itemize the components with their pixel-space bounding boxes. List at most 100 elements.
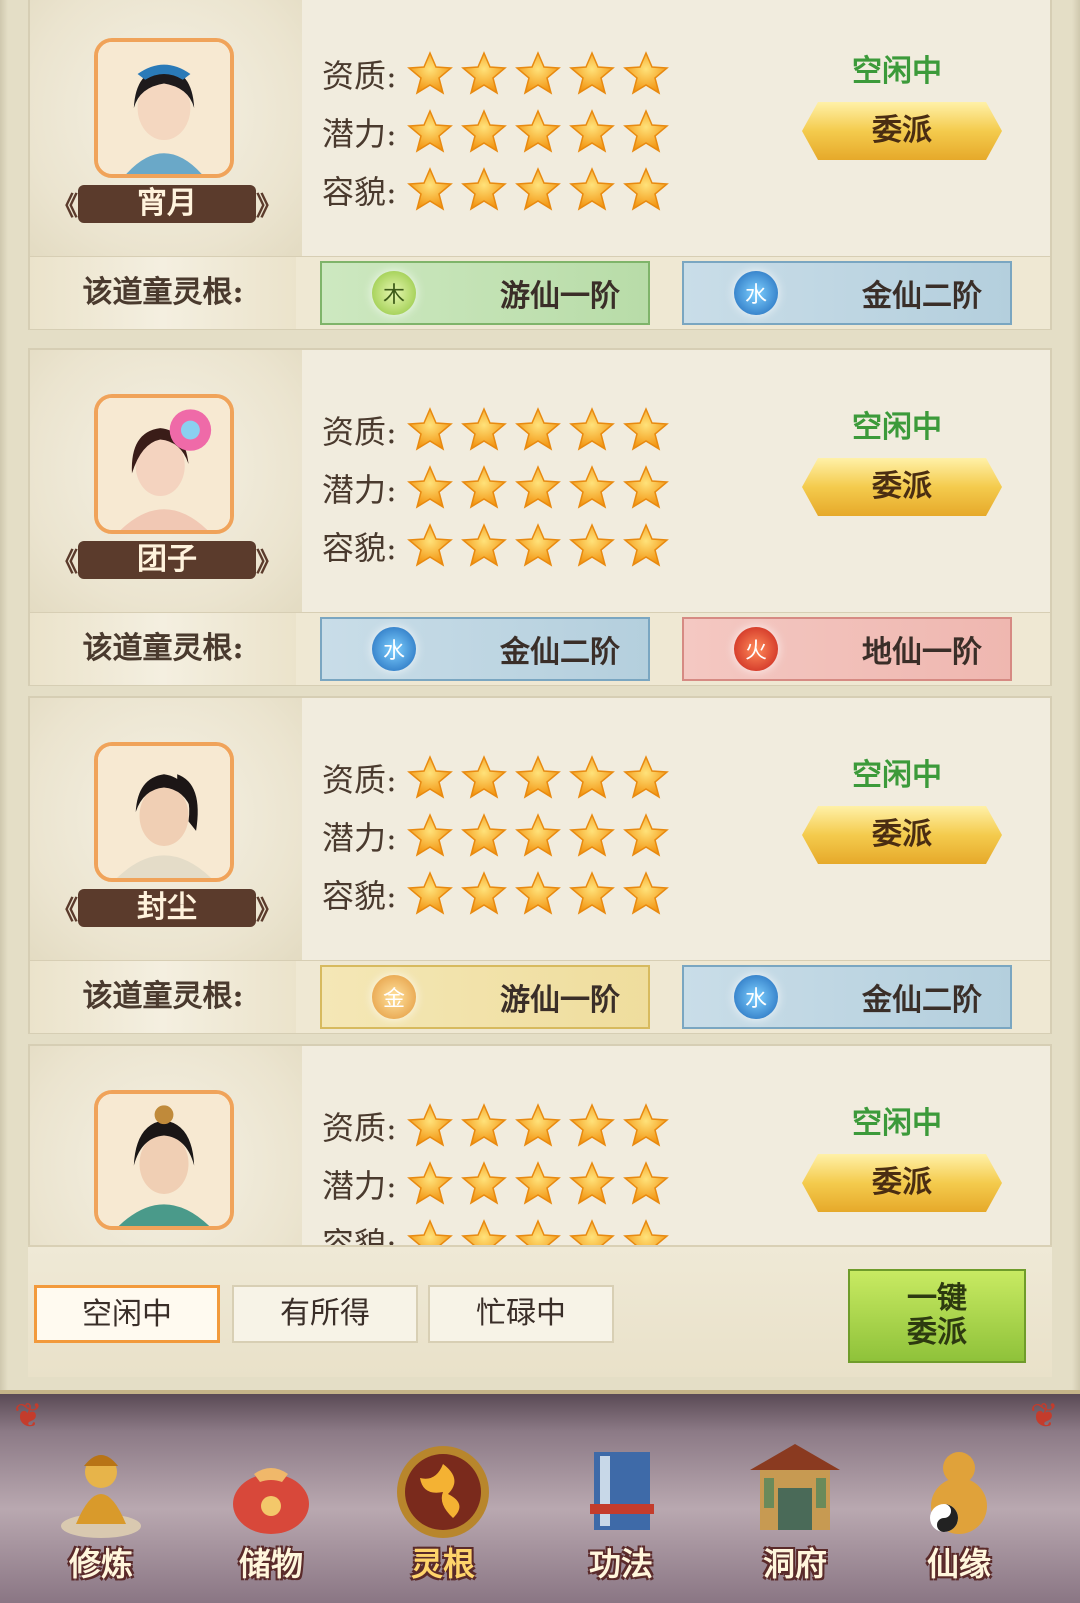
nav-cave-mansion[interactable]: 洞府 [720,1434,870,1599]
star-icon [622,406,670,454]
disciple-name: 封尘 [78,889,256,927]
stat-label-potential: 潜力: [322,1167,397,1205]
star-icon [514,870,562,918]
spirit-root-chip[interactable]: 金 游仙一阶 [320,965,650,1029]
disciple-list[interactable]: 《宵月》资质: 潜力: 容貌: 空闲中 委派 该道童灵根: 木游仙一阶水金仙二阶《团子》资质… [28,0,1052,1265]
spirit-root-chip[interactable]: 水 金仙二阶 [320,617,650,681]
nav-storage-label: 储物 [238,1545,303,1583]
spirit-root-chip[interactable]: 木 游仙一阶 [320,261,650,325]
portrait-area: 《宵月》 [30,0,302,256]
stat-label-aptitude: 资质: [322,413,397,451]
next-arrow-icon[interactable]: 》 [256,542,282,579]
star-icon [460,166,508,214]
assign-button[interactable]: 委派 [802,806,1002,864]
nav-spirit-root[interactable]: 灵根 [378,1434,508,1599]
avatar[interactable] [94,742,234,882]
disciple-name: 宵月 [78,185,256,223]
stars-looks [406,166,670,214]
tab-idle[interactable]: 空闲中 [34,1285,220,1343]
disciple-card: 资质: 潜力: 容貌: 空闲中 委派 [28,1044,1052,1265]
star-icon [460,870,508,918]
avatar[interactable] [94,38,234,178]
spirit-root-bar: 该道童灵根: 木 游仙一阶 水 金仙二阶 [30,256,1050,329]
star-icon [406,464,454,512]
left-tassel-icon: ❦ [14,1396,43,1436]
star-icon [406,406,454,454]
next-arrow-icon[interactable]: 》 [256,890,282,927]
nav-skills[interactable]: 功法 [556,1434,686,1599]
assign-button[interactable]: 委派 [802,1154,1002,1212]
portrait-area: 《团子》 [30,350,302,612]
nav-fate[interactable]: 仙缘 [894,1434,1024,1599]
star-icon [622,1160,670,1208]
star-icon [622,522,670,570]
stat-label-aptitude: 资质: [322,1109,397,1147]
star-icon [514,464,562,512]
stat-looks: 容貌: [322,164,670,216]
avatar[interactable] [94,394,234,534]
stars-looks [406,870,670,918]
spirit-root-rank: 金仙二阶 [500,635,620,670]
star-icon [406,812,454,860]
star-icon [514,754,562,802]
spirit-root-emblem-icon [397,1446,489,1538]
main-panel: 《宵月》资质: 潜力: 容貌: 空闲中 委派 该道童灵根: 木游仙一阶水金仙二阶《团子》资质… [0,0,1080,1420]
disciple-card: 《封尘》 资质: 潜力: 容貌: 空闲中 委派 该道童灵根: 金 游仙一阶 水 金仙二阶 [28,696,1052,1034]
star-icon [622,1102,670,1150]
avatar[interactable] [94,1090,234,1230]
assign-button[interactable]: 委派 [802,102,1002,160]
star-icon [568,812,616,860]
nav-spirit-root-label: 灵根 [410,1545,475,1583]
stat-label-aptitude: 资质: [322,761,397,799]
stat-label-potential: 潜力: [322,471,397,509]
disciple-name: 团子 [78,541,256,579]
star-icon [514,812,562,860]
star-icon [622,166,670,214]
star-icon [622,50,670,98]
stat-potential: 潜力: [322,810,670,862]
status-label: 空闲中 [852,410,942,445]
spirit-root-rank: 金仙二阶 [862,983,982,1018]
prev-arrow-icon[interactable]: 《 [52,186,78,223]
star-icon [514,108,562,156]
nav-storage[interactable]: 储物 [206,1434,336,1599]
nav-cultivate[interactable]: 修炼 [36,1434,166,1599]
stat-label-potential: 潜力: [322,819,397,857]
element-fire-icon: 火 [734,627,778,671]
spirit-root-chip[interactable]: 水 金仙二阶 [682,965,1012,1029]
element-water-icon: 水 [734,271,778,315]
spirit-root-chip[interactable]: 水 金仙二阶 [682,261,1012,325]
stars-aptitude [406,50,670,98]
spirit-root-chip[interactable]: 火 地仙一阶 [682,617,1012,681]
nav-skills-label: 功法 [588,1545,653,1583]
spirit-root-bar: 该道童灵根: 水 金仙二阶 火 地仙一阶 [30,612,1050,685]
prev-arrow-icon[interactable]: 《 [52,542,78,579]
spirit-root-rank: 金仙二阶 [862,279,982,314]
stars-aptitude [406,754,670,802]
prev-arrow-icon[interactable]: 《 [52,890,78,927]
star-icon [514,1102,562,1150]
one-key-assign-button[interactable]: 一键 委派 [848,1269,1026,1363]
stat-aptitude: 资质: [322,752,670,804]
stat-aptitude: 资质: [322,48,670,100]
star-icon [622,464,670,512]
status-label: 空闲中 [852,1106,942,1141]
star-icon [514,1160,562,1208]
meditating-monk-icon [61,1455,141,1538]
star-icon [460,812,508,860]
element-water-icon: 水 [734,975,778,1019]
star-icon [406,870,454,918]
stat-potential: 潜力: [322,462,670,514]
star-icon [568,1102,616,1150]
stat-looks: 容貌: [322,520,670,572]
tab-rewarded[interactable]: 有所得 [232,1285,418,1343]
assign-button[interactable]: 委派 [802,458,1002,516]
star-icon [460,464,508,512]
next-arrow-icon[interactable]: 》 [256,186,282,223]
gourd-yinyang-icon [930,1452,987,1534]
star-icon [568,406,616,454]
tab-busy[interactable]: 忙碌中 [428,1285,614,1343]
portrait-area [30,1046,302,1265]
element-wood-icon: 木 [372,271,416,315]
star-icon [568,464,616,512]
